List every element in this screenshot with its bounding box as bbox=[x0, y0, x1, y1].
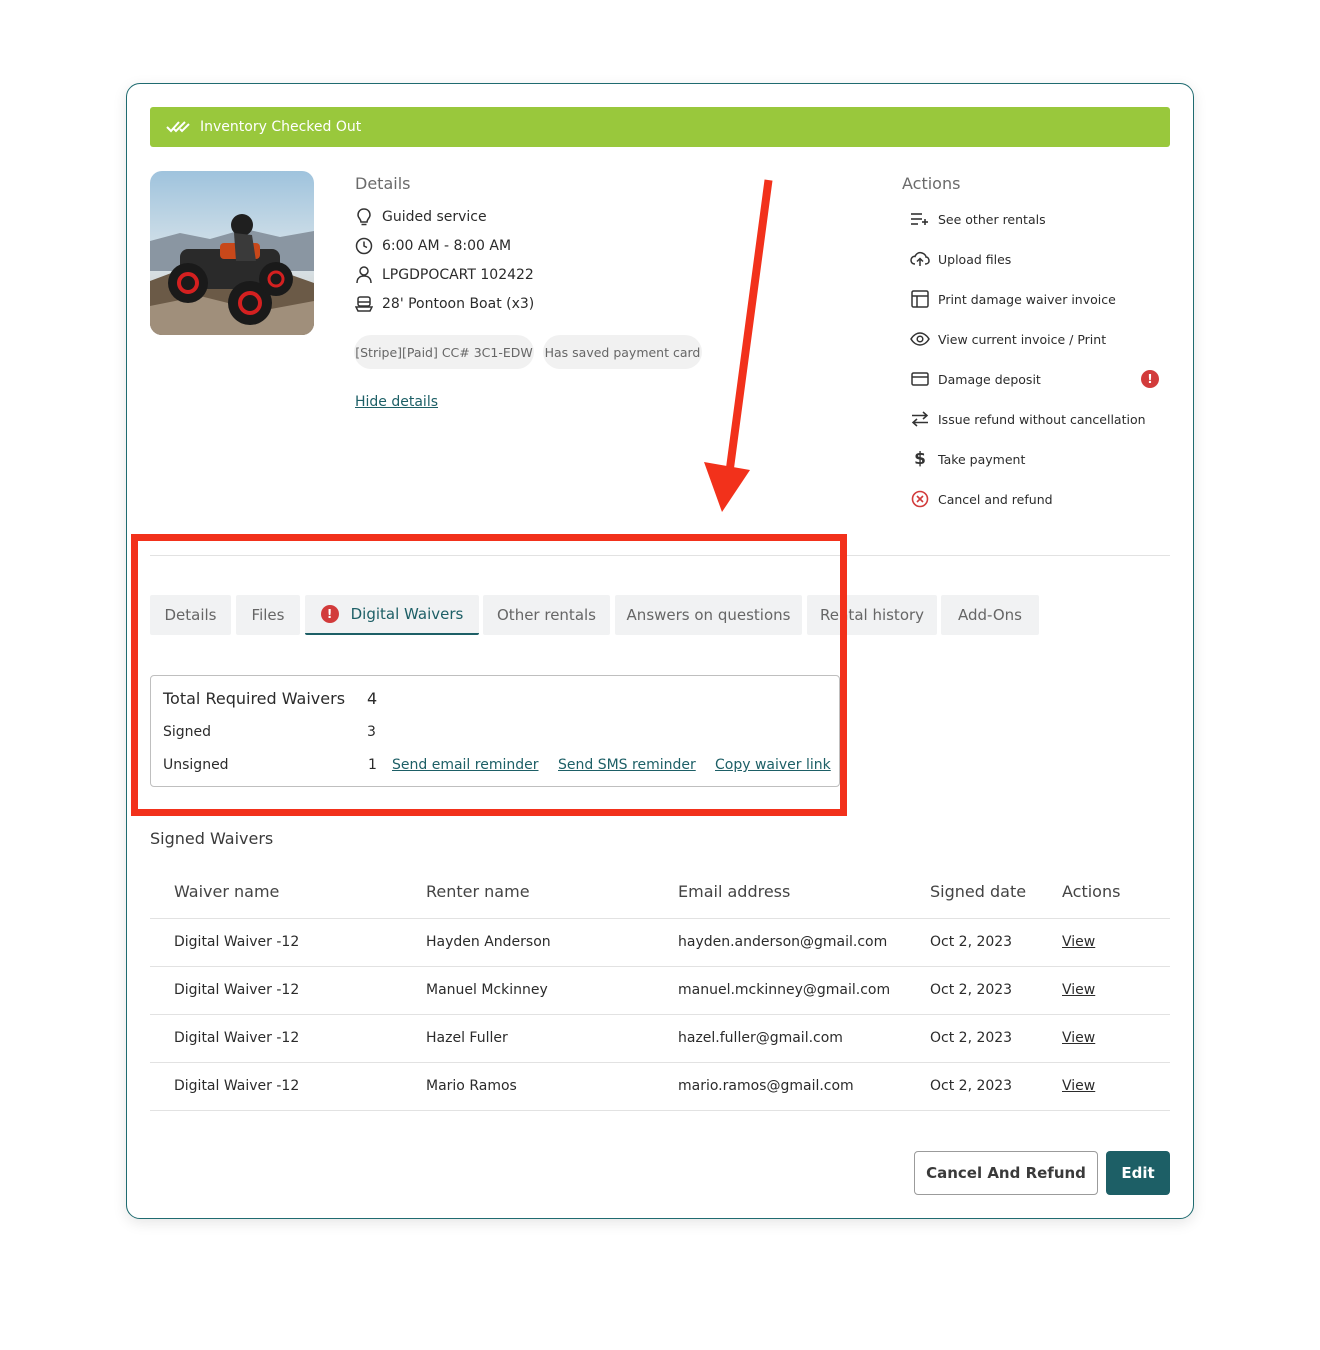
saved-card-chip: Has saved payment card bbox=[543, 335, 702, 369]
action-upload-files[interactable]: Upload files bbox=[910, 249, 1011, 269]
signed-label: Signed bbox=[163, 724, 212, 740]
detail-inventory: 28' Pontoon Boat (x3) bbox=[355, 295, 534, 313]
col-actions: Actions bbox=[1062, 882, 1121, 901]
section-divider bbox=[150, 555, 1170, 556]
layout-icon bbox=[910, 289, 930, 309]
view-waiver-link[interactable]: View bbox=[1062, 934, 1095, 950]
action-cancel-refund[interactable]: Cancel and refund bbox=[910, 489, 1053, 509]
list-add-icon bbox=[910, 209, 930, 229]
col-waiver-name: Waiver name bbox=[174, 882, 280, 901]
action-damage-deposit[interactable]: Damage deposit bbox=[910, 369, 1041, 389]
send-sms-reminder-link[interactable]: Send SMS reminder bbox=[558, 757, 696, 773]
action-print-damage-waiver-invoice[interactable]: Print damage waiver invoice bbox=[910, 289, 1116, 309]
table-divider bbox=[150, 1014, 1170, 1015]
cancel-and-refund-button[interactable]: Cancel And Refund bbox=[914, 1151, 1098, 1195]
detail-time: 6:00 AM - 8:00 AM bbox=[355, 237, 511, 255]
clock-icon bbox=[355, 237, 373, 255]
double-check-icon bbox=[166, 121, 190, 133]
tab-digital-waivers[interactable]: ! Digital Waivers bbox=[305, 595, 479, 635]
total-required-value: 4 bbox=[367, 689, 378, 708]
col-email: Email address bbox=[678, 882, 791, 901]
col-renter-name: Renter name bbox=[426, 882, 530, 901]
boat-icon bbox=[355, 295, 373, 313]
view-waiver-link[interactable]: View bbox=[1062, 1078, 1095, 1094]
signed-waivers-title: Signed Waivers bbox=[150, 829, 274, 848]
edit-button[interactable]: Edit bbox=[1106, 1151, 1170, 1195]
lightbulb-icon bbox=[355, 208, 373, 226]
swap-icon bbox=[910, 409, 930, 429]
unsigned-label: Unsigned bbox=[163, 757, 229, 773]
actions-title: Actions bbox=[902, 174, 961, 193]
cloud-upload-icon bbox=[910, 249, 930, 269]
banner-text: Inventory Checked Out bbox=[200, 119, 362, 135]
rental-photo bbox=[150, 171, 314, 335]
tab-add-ons[interactable]: Add-Ons bbox=[941, 595, 1039, 635]
detail-service: Guided service bbox=[355, 208, 487, 226]
send-email-reminder-link[interactable]: Send email reminder bbox=[392, 757, 539, 773]
x-circle-icon bbox=[910, 489, 930, 509]
action-view-current-invoice[interactable]: View current invoice / Print bbox=[910, 329, 1106, 349]
tab-other-rentals[interactable]: Other rentals bbox=[483, 595, 610, 635]
action-take-payment[interactable]: $ Take payment bbox=[910, 449, 1025, 469]
details-title: Details bbox=[355, 174, 411, 193]
tab-answers-on-questions[interactable]: Answers on questions bbox=[615, 595, 802, 635]
payment-chip: [Stripe][Paid] CC# 3C1-EDW bbox=[354, 335, 534, 369]
dollar-icon: $ bbox=[914, 449, 926, 469]
view-waiver-link[interactable]: View bbox=[1062, 1030, 1095, 1046]
col-signed-date: Signed date bbox=[930, 882, 1027, 901]
card-icon bbox=[910, 369, 930, 389]
detail-customer: LPGDPOCART 102422 bbox=[355, 266, 534, 284]
hide-details-link[interactable]: Hide details bbox=[355, 394, 438, 410]
unsigned-value: 1 bbox=[368, 757, 377, 773]
copy-waiver-link[interactable]: Copy waiver link bbox=[715, 757, 831, 773]
table-divider bbox=[150, 1110, 1170, 1111]
eye-icon bbox=[910, 329, 930, 349]
total-required-label: Total Required Waivers bbox=[163, 689, 346, 708]
damage-deposit-alert-icon: ! bbox=[1141, 370, 1159, 388]
view-waiver-link[interactable]: View bbox=[1062, 982, 1095, 998]
table-divider bbox=[150, 1062, 1170, 1063]
waiver-alert-icon: ! bbox=[320, 605, 339, 623]
table-divider bbox=[150, 966, 1170, 967]
waiver-summary-box: Total Required Waivers 4 Signed 3 Unsign… bbox=[150, 675, 840, 787]
signed-value: 3 bbox=[367, 724, 376, 740]
user-icon bbox=[355, 266, 373, 284]
status-banner: Inventory Checked Out bbox=[150, 107, 1170, 147]
tab-files[interactable]: Files bbox=[236, 595, 300, 635]
table-divider bbox=[150, 918, 1170, 919]
tab-rental-history[interactable]: Rental history bbox=[807, 595, 937, 635]
tab-details[interactable]: Details bbox=[150, 595, 231, 635]
action-issue-refund[interactable]: Issue refund without cancellation bbox=[910, 409, 1146, 429]
action-see-other-rentals[interactable]: See other rentals bbox=[910, 209, 1046, 229]
